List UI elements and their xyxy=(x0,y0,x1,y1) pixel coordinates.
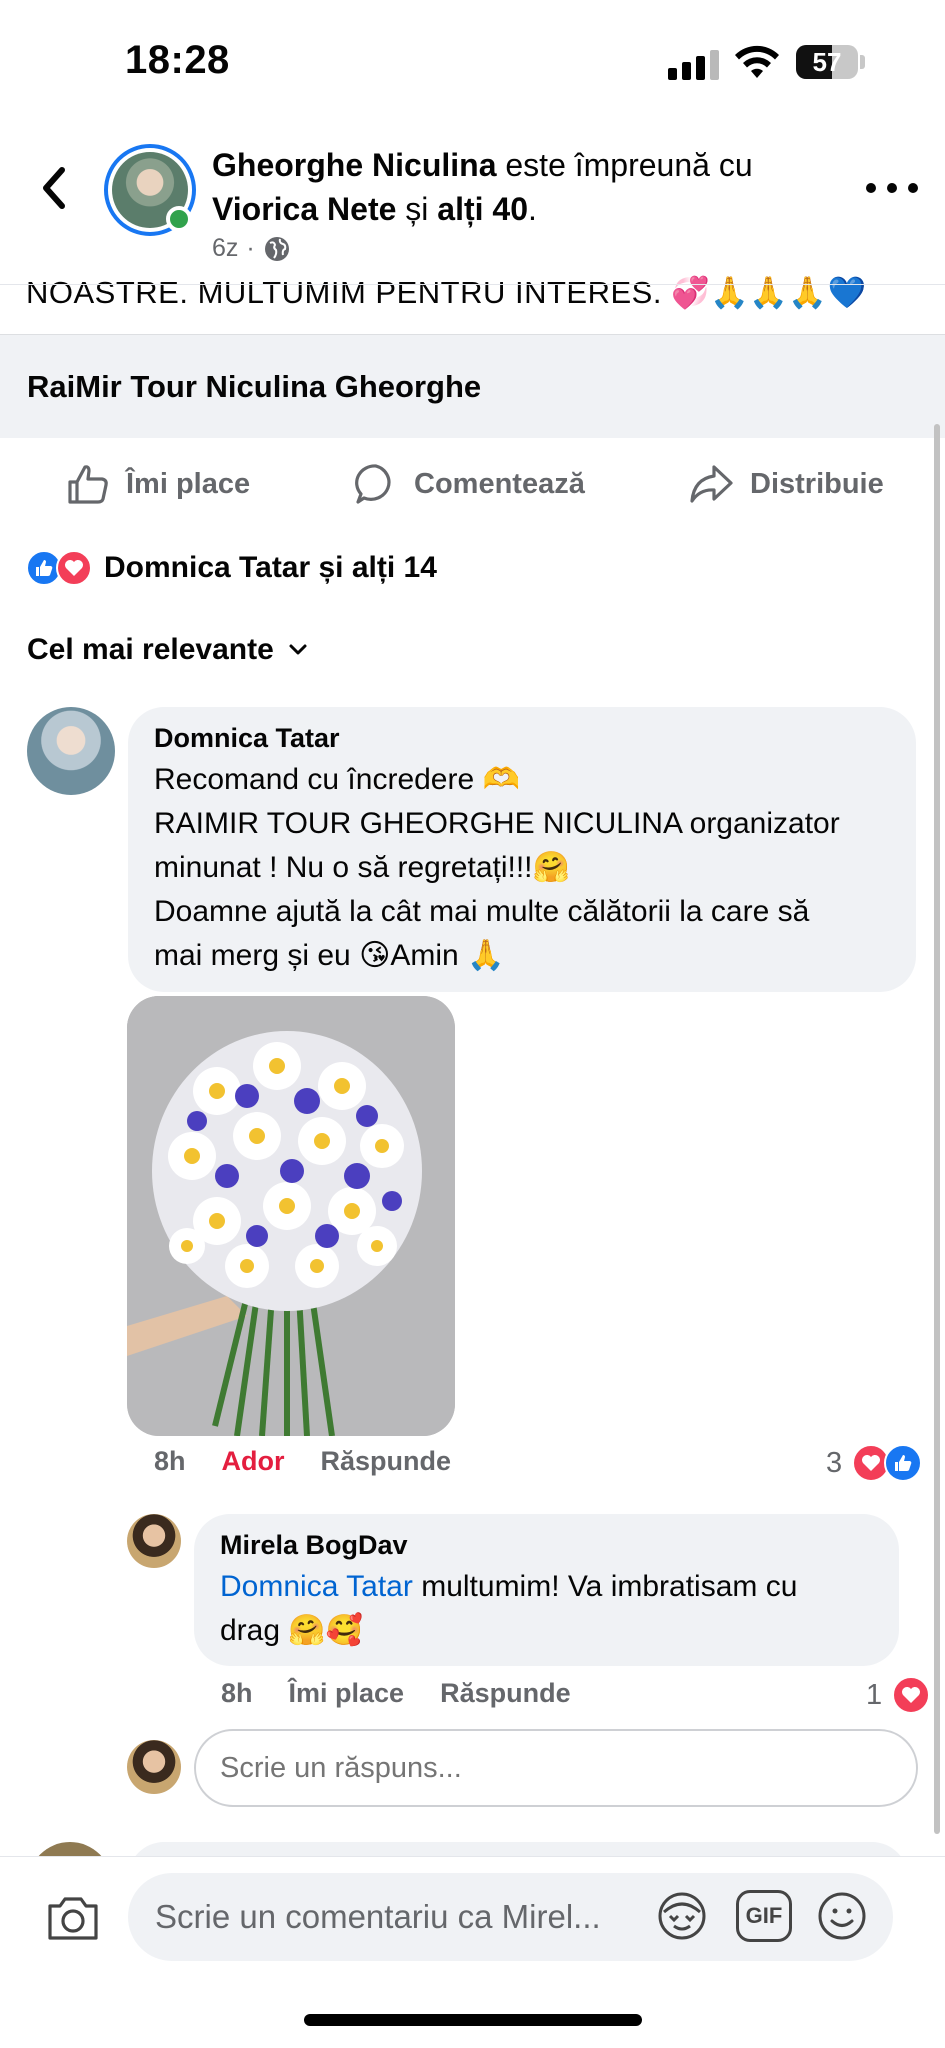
header-divider xyxy=(0,284,945,285)
reaction-button[interactable]: Ador xyxy=(222,1446,285,1477)
reaction-count: 1 xyxy=(866,1678,883,1711)
battery-cap xyxy=(860,55,865,69)
comment-time: 8h xyxy=(154,1446,186,1476)
and-text: și xyxy=(396,191,438,227)
comment-button[interactable]: Comentează xyxy=(354,450,585,518)
comment-label: Comentează xyxy=(414,467,585,500)
comment-line: minunat ! Nu o să regretați!!!🤗 xyxy=(154,851,570,884)
share-icon xyxy=(690,465,733,503)
like-label: Îmi place xyxy=(126,467,251,500)
link-preview-card[interactable]: RaiMir Tour Niculina Gheorghe xyxy=(0,334,945,438)
author-name[interactable]: Gheorghe Niculina xyxy=(212,147,496,183)
comment-icon xyxy=(355,464,391,504)
post-text-tail: NOASTRE. MULTUMIM PENTRU INTERES. 💞🙏🙏🙏💙 xyxy=(26,275,867,310)
avatar-sticker-icon[interactable] xyxy=(656,1890,708,1942)
like-icon xyxy=(884,1444,923,1482)
sort-label: Cel mai relevante xyxy=(27,633,274,666)
comment-line: Doamne ajută la cât mai multe călătorii … xyxy=(154,895,810,928)
post-header-line-2: Viorica Nete și alți 40. xyxy=(212,188,537,230)
post-meta: 6z · xyxy=(212,234,291,263)
tagged-user[interactable]: Viorica Nete xyxy=(212,191,396,227)
scrollbar[interactable] xyxy=(934,424,940,1834)
chevron-left-icon xyxy=(43,167,65,209)
period: . xyxy=(528,191,537,227)
reply-line-rest: multumim! Va imbratisam cu xyxy=(412,1570,798,1603)
cellular-signal-icon xyxy=(668,50,720,80)
camera-icon[interactable] xyxy=(44,1890,102,1948)
share-button[interactable]: Distribuie xyxy=(688,450,884,518)
comment-actions: 8h Ador Răspunde xyxy=(154,1446,451,1477)
emoji-icon[interactable] xyxy=(816,1890,868,1942)
meta-separator: · xyxy=(246,234,255,262)
globe-icon xyxy=(264,236,289,261)
comment-reaction-count[interactable]: 3 xyxy=(826,1444,923,1482)
more-options-button[interactable] xyxy=(866,170,918,206)
chevron-down-icon xyxy=(289,644,307,655)
comment-photo-bouquet[interactable] xyxy=(127,996,455,1436)
comment-bubble: Domnica Tatar Recomand cu încredere 🫶 RA… xyxy=(128,707,916,992)
home-indicator[interactable] xyxy=(304,2014,642,2026)
battery-level: 57 xyxy=(812,47,842,77)
comment-line: RAIMIR TOUR GHEORGHE NICULINA organizato… xyxy=(154,807,840,840)
status-time: 18:28 xyxy=(125,38,230,82)
comment-text: Recomand cu încredere 🫶 RAIMIR TOUR GHEO… xyxy=(154,758,890,978)
reply-author-avatar[interactable] xyxy=(127,1514,181,1568)
online-status-dot xyxy=(166,206,192,232)
reaction-count: 3 xyxy=(826,1446,843,1479)
battery-icon: 57 xyxy=(796,45,858,79)
reactions-text: Domnica Tatar și alți 14 xyxy=(104,551,437,584)
love-icon xyxy=(56,550,92,586)
commenter-avatar[interactable] xyxy=(27,707,115,795)
comment-author[interactable]: Domnica Tatar xyxy=(154,723,890,754)
wifi-icon xyxy=(735,45,779,78)
reply-bubble: Mirela BogDav Domnica Tatar multumim! Va… xyxy=(194,1514,899,1666)
reactions-summary[interactable]: Domnica Tatar și alți 14 xyxy=(26,550,437,586)
reply-text: Domnica Tatar multumim! Va imbratisam cu… xyxy=(220,1565,873,1653)
back-button[interactable] xyxy=(30,160,78,216)
thumbs-up-icon xyxy=(68,465,108,504)
reply-button[interactable]: Răspunde xyxy=(321,1446,452,1477)
post-header-line-1: Gheorghe Niculina este împreună cu xyxy=(212,144,753,186)
reply-reaction-count[interactable]: 1 xyxy=(866,1676,931,1714)
post-time[interactable]: 6z xyxy=(212,234,238,263)
reply-like-button[interactable]: Îmi place xyxy=(289,1678,405,1709)
gif-button[interactable]: GIF xyxy=(736,1890,792,1942)
comment-placeholder: Scrie un comentariu ca Mirel... xyxy=(155,1898,601,1935)
comment-line: mai merg și eu 😘Amin 🙏 xyxy=(154,939,505,972)
others-link[interactable]: alți 40 xyxy=(437,191,528,227)
reply-input[interactable] xyxy=(194,1729,918,1807)
with-text: este împreună cu xyxy=(496,147,753,183)
reply-line: drag 🤗🥰 xyxy=(220,1614,364,1647)
love-icon xyxy=(892,1676,931,1714)
current-user-avatar xyxy=(127,1740,181,1794)
reply-reply-button[interactable]: Răspunde xyxy=(440,1678,571,1709)
reply-time: 8h xyxy=(221,1678,253,1708)
share-label: Distribuie xyxy=(750,467,884,500)
mention-link[interactable]: Domnica Tatar xyxy=(220,1570,413,1603)
like-button[interactable]: Îmi place xyxy=(66,450,250,518)
comment-sort-dropdown[interactable]: Cel mai relevante xyxy=(27,633,308,667)
reply-author[interactable]: Mirela BogDav xyxy=(220,1530,873,1561)
comment-line: Recomand cu încredere 🫶 xyxy=(154,763,520,796)
link-title: RaiMir Tour Niculina Gheorghe xyxy=(27,369,482,404)
reply-actions: 8h Îmi place Răspunde xyxy=(221,1678,571,1709)
